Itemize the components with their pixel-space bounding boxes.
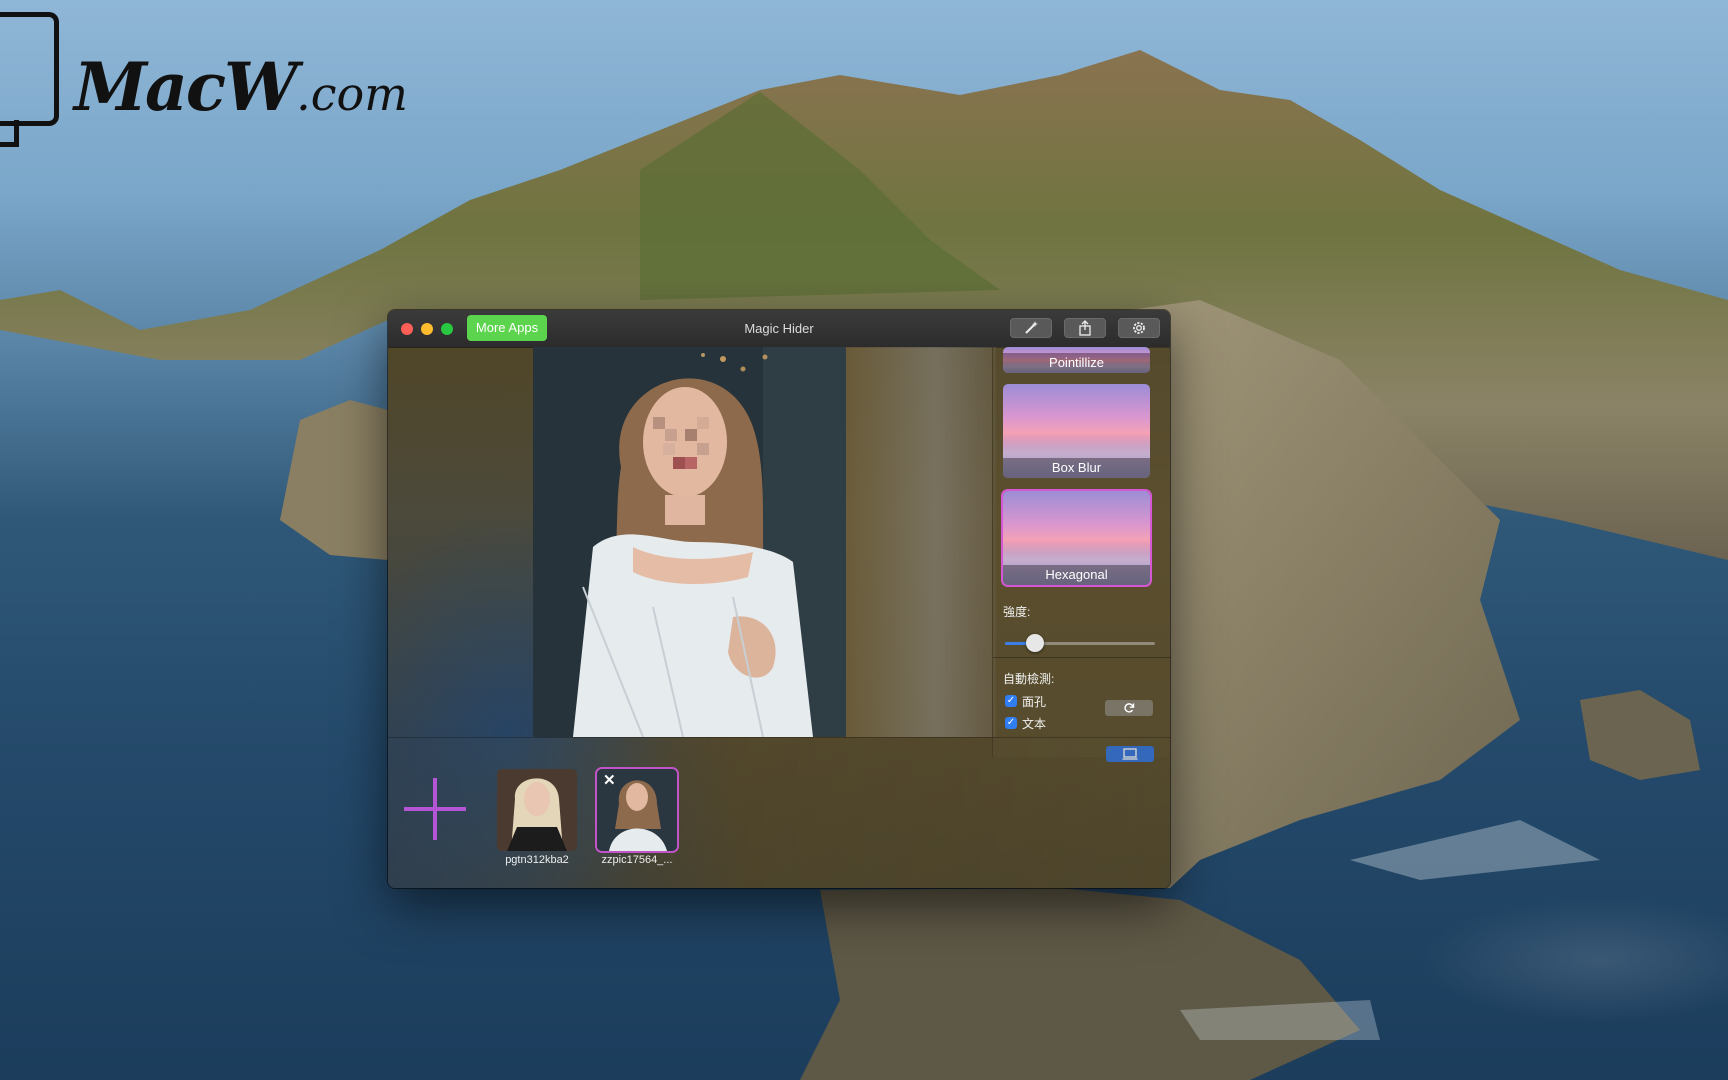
auto-detect-label: 自動檢測: bbox=[1003, 672, 1055, 686]
watermark-suffix: .com bbox=[296, 67, 408, 121]
effect-box-blur[interactable]: Box Blur bbox=[1003, 384, 1150, 478]
refresh-icon bbox=[1124, 703, 1135, 713]
share-icon bbox=[1079, 320, 1091, 336]
redetect-button[interactable] bbox=[1105, 700, 1153, 716]
editing-canvas[interactable] bbox=[533, 347, 846, 737]
intensity-label: 強度: bbox=[1003, 605, 1031, 619]
effect-pointillize[interactable]: Pointillize bbox=[1003, 347, 1150, 373]
detect-text-checkbox[interactable]: ✓ 文本 bbox=[1005, 714, 1046, 732]
remove-file-icon[interactable]: ✕ bbox=[603, 773, 616, 788]
watermark-logo: MacW.com bbox=[0, 8, 408, 147]
watermark-brand: MacW bbox=[74, 48, 298, 126]
slider-handle[interactable] bbox=[1026, 634, 1044, 652]
checkmark-icon: ✓ bbox=[1005, 695, 1017, 707]
effect-label: Box Blur bbox=[1003, 458, 1150, 478]
checkmark-icon: ✓ bbox=[1005, 717, 1017, 729]
settings-button[interactable] bbox=[1118, 318, 1160, 338]
effect-label: Pointillize bbox=[1003, 353, 1150, 373]
effect-hexagonal[interactable]: Hexagonal bbox=[1003, 491, 1150, 585]
plus-icon bbox=[404, 778, 466, 840]
detect-faces-checkbox[interactable]: ✓ 面孔 bbox=[1005, 692, 1046, 710]
minimize-window-button[interactable] bbox=[421, 323, 433, 335]
magic-wand-icon bbox=[1025, 321, 1038, 334]
gear-icon bbox=[1133, 322, 1145, 334]
share-button[interactable] bbox=[1064, 318, 1106, 338]
add-image-button[interactable] bbox=[402, 776, 468, 842]
effects-sidebar: Pointillize Box Blur Hexagonal 強度: 自動檢測:… bbox=[992, 347, 1170, 757]
file-name: zzpic17564_... bbox=[601, 854, 673, 866]
effect-label: Hexagonal bbox=[1003, 565, 1150, 585]
title-bar: More Apps Magic Hider bbox=[388, 310, 1170, 348]
app-window: More Apps Magic Hider Pointillize Box Bl… bbox=[388, 310, 1170, 888]
file-thumbnail[interactable] bbox=[497, 769, 577, 851]
close-window-button[interactable] bbox=[401, 323, 413, 335]
file-name: pgtn312kba2 bbox=[505, 854, 569, 866]
zoom-window-button[interactable] bbox=[441, 323, 453, 335]
more-apps-button[interactable]: More Apps bbox=[467, 315, 547, 341]
file-strip: pgtn312kba2 ✕ zzpic17564_... bbox=[388, 737, 1170, 888]
photo-preview bbox=[533, 347, 846, 737]
monitor-icon bbox=[0, 12, 59, 126]
magic-wand-button[interactable] bbox=[1010, 318, 1052, 338]
intensity-slider[interactable] bbox=[1005, 634, 1155, 652]
file-thumbnail-selected[interactable]: ✕ bbox=[597, 769, 677, 851]
thumbnail-image bbox=[497, 769, 577, 851]
